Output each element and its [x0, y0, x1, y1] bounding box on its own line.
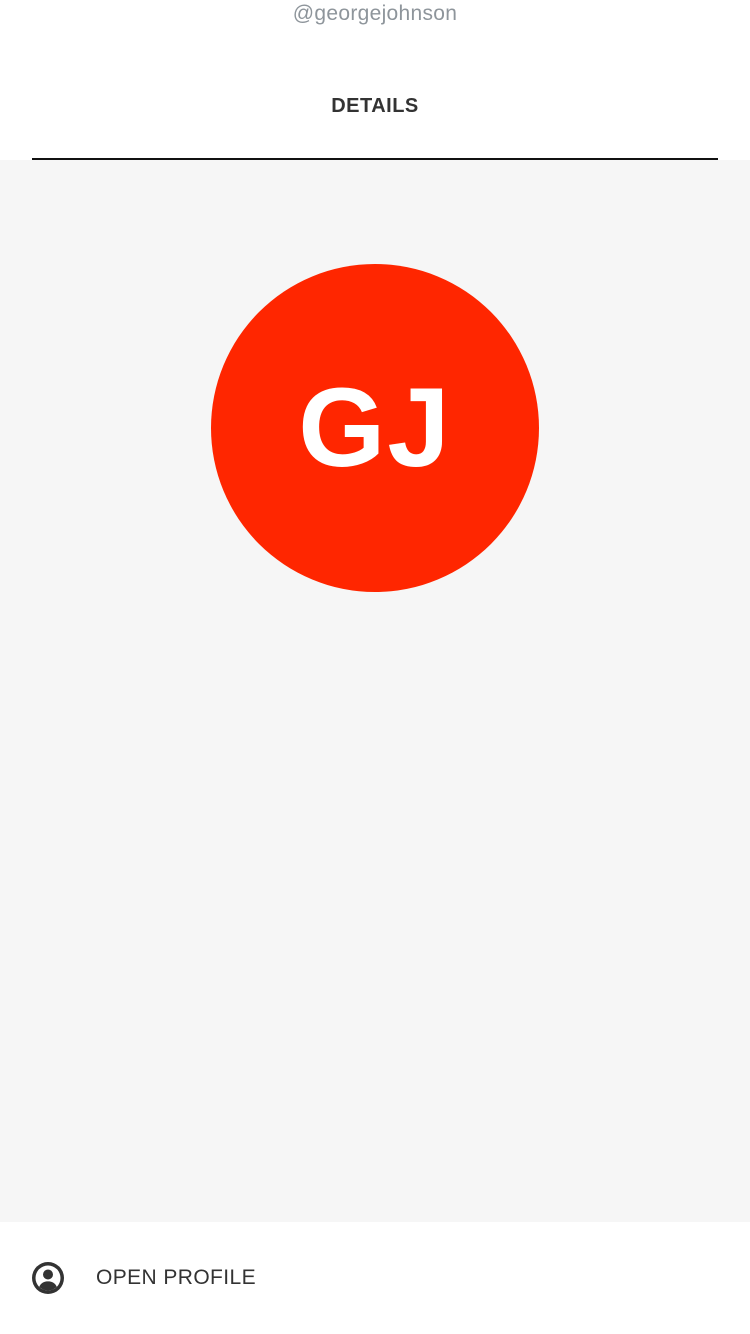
- open-profile-label: OPEN PROFILE: [96, 1266, 257, 1289]
- details-panel: GJ: [0, 160, 750, 1222]
- tab-details-label: DETAILS: [331, 95, 419, 117]
- username: @georgejohnson: [292, 2, 458, 25]
- tab-details[interactable]: DETAILS: [32, 78, 718, 160]
- footer: OPEN PROFILE: [0, 1222, 750, 1334]
- header: @georgejohnson DETAILS: [0, 0, 750, 160]
- account-circle-icon: [32, 1262, 64, 1294]
- avatar: GJ: [211, 264, 539, 592]
- avatar-initials: GJ: [298, 365, 452, 490]
- open-profile-button[interactable]: OPEN PROFILE: [0, 1222, 750, 1334]
